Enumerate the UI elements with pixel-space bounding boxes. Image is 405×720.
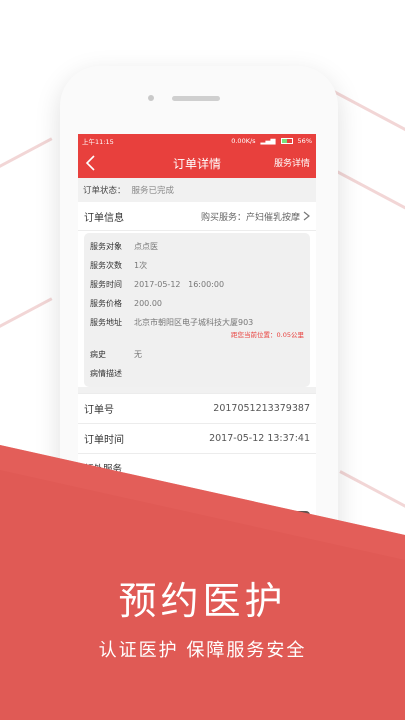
order-status-row: 订单状态： 服务已完成 bbox=[78, 178, 316, 202]
detail-value: 北京市朝阳区电子城科技大厦903 bbox=[134, 318, 254, 327]
order-time-label: 订单时间 bbox=[84, 435, 124, 446]
order-time-row: 订单时间 2017-05-12 13:37:41 bbox=[78, 423, 316, 453]
purchased-service: 购买服务：产妇催乳按摩 bbox=[200, 212, 300, 223]
extra-service-label: 额外服务 bbox=[84, 464, 123, 475]
battery-level: 56% bbox=[297, 137, 312, 145]
distance-text: 距您当前位置：0.05公里 bbox=[231, 331, 304, 339]
decorative-line bbox=[0, 297, 53, 333]
promo-headline: 预约医护 bbox=[118, 579, 287, 623]
detail-label: 服务对象 bbox=[90, 242, 122, 251]
camera-dot bbox=[148, 95, 154, 101]
decorative-line bbox=[0, 137, 53, 173]
order-info-row[interactable]: 订单信息 购买服务：产妇催乳按摩 bbox=[78, 202, 316, 231]
detail-row: 服务对象 点点医 bbox=[90, 237, 304, 256]
order-number-label: 订单号 bbox=[84, 405, 114, 416]
order-number-row: 订单号 2017051213379387 bbox=[78, 393, 316, 423]
status-bar: 上午11:15 0.00K/s ▂▄▆ 56% bbox=[78, 134, 316, 148]
detail-label: 服务时间 bbox=[90, 280, 122, 289]
back-arrow-icon[interactable] bbox=[84, 155, 98, 171]
order-time-value: 2017-05-12 13:37:41 bbox=[209, 433, 310, 444]
nav-bar: 订单详情 服务详情 bbox=[78, 148, 316, 178]
phone-speaker bbox=[172, 96, 220, 101]
history-label: 病史 bbox=[90, 350, 106, 359]
signal-icon: ▂▄▆ bbox=[260, 137, 276, 145]
history-value: 无 bbox=[134, 350, 142, 359]
promo-subline: 认证医护 保障服务安全 bbox=[98, 640, 307, 661]
order-status-label: 订单状态： bbox=[83, 186, 126, 196]
detail-row: 服务次数 1次 bbox=[90, 256, 304, 275]
chevron-right-icon bbox=[303, 211, 310, 221]
order-info-label: 订单信息 bbox=[84, 212, 124, 224]
detail-row: 服务时间 2017-05-12 16:00:00 bbox=[90, 275, 304, 294]
decorative-line bbox=[329, 88, 405, 134]
description-row: 病情描述 bbox=[90, 364, 304, 383]
network-speed: 0.00K/s bbox=[231, 137, 256, 145]
description-label: 病情描述 bbox=[90, 369, 122, 378]
decorative-line bbox=[339, 470, 405, 511]
detail-label: 服务价格 bbox=[90, 299, 122, 308]
extra-service-price: 200.00元 bbox=[138, 494, 183, 505]
detail-label: 服务次数 bbox=[90, 261, 122, 270]
service-detail-box: 服务对象 点点医 服务次数 1次 服务时间 2017-05-12 16:00:0… bbox=[84, 233, 310, 387]
action-button[interactable] bbox=[242, 511, 310, 533]
order-info-card: 订单信息 购买服务：产妇催乳按摩 服务对象 点点医 服务次数 1次 服务时间 2… bbox=[78, 202, 316, 387]
detail-value: 点点医 bbox=[134, 242, 158, 251]
detail-row: 服务价格 200.00 bbox=[90, 294, 304, 313]
page-title: 订单详情 bbox=[172, 156, 221, 171]
service-details-link[interactable]: 服务详情 bbox=[274, 156, 310, 169]
status-time: 上午11:15 bbox=[82, 138, 114, 146]
order-status-value: 服务已完成 bbox=[131, 186, 175, 196]
detail-value: 2017-05-12 16:00:00 bbox=[134, 280, 225, 289]
history-row: 病史 无 bbox=[90, 345, 304, 364]
order-number-value: 2017051213379387 bbox=[213, 403, 310, 414]
detail-value: 200.00 bbox=[134, 299, 162, 308]
extra-service-section: 额外服务 200.00元 bbox=[78, 453, 316, 533]
detail-value: 1次 bbox=[134, 261, 148, 270]
detail-label: 服务地址 bbox=[90, 318, 122, 327]
battery-icon bbox=[280, 138, 293, 144]
